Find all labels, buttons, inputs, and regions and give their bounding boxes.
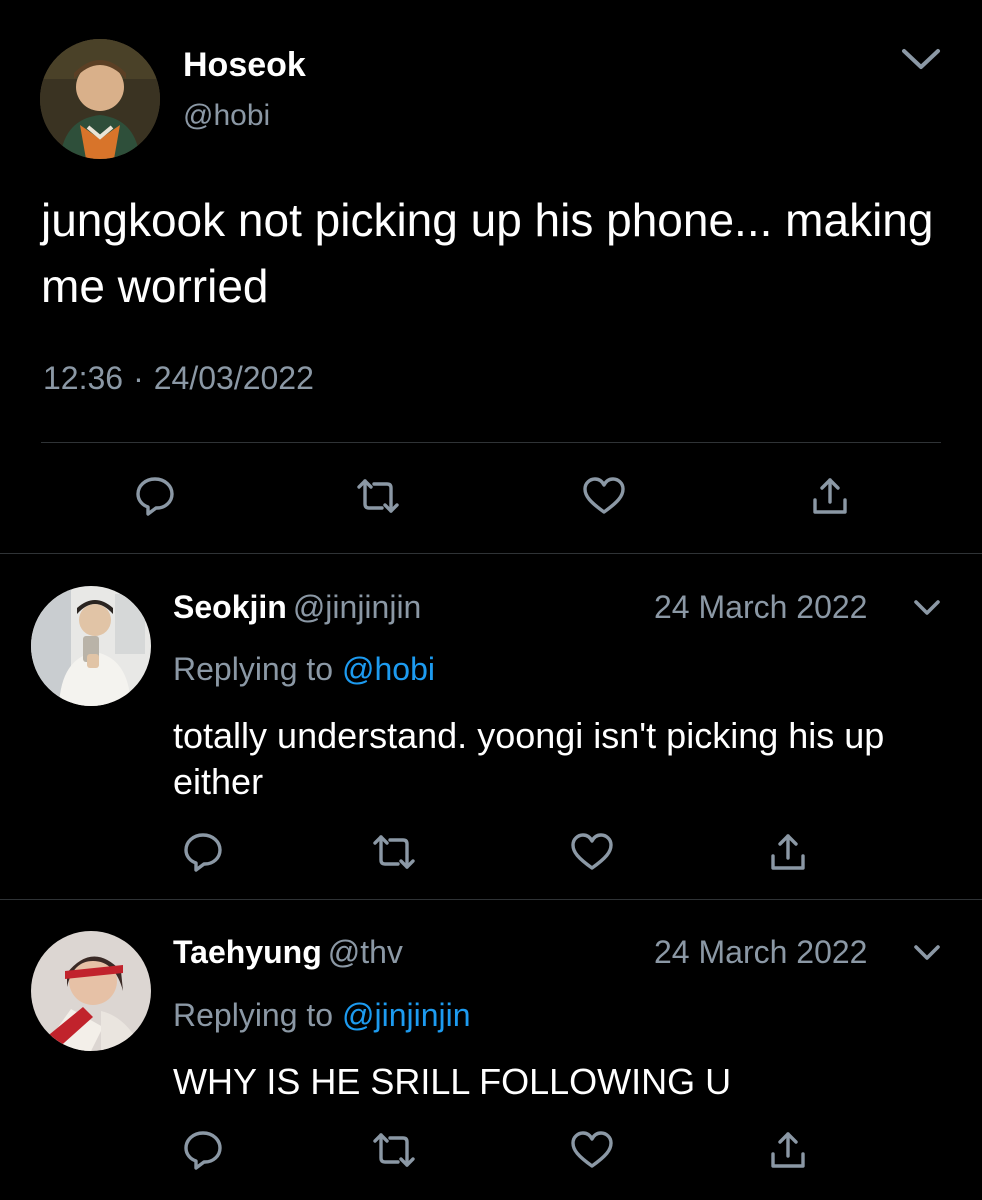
like-icon[interactable] (566, 826, 618, 878)
like-icon[interactable] (566, 1124, 618, 1176)
divider (0, 899, 982, 900)
like-icon[interactable] (578, 470, 630, 522)
reply-author-name[interactable]: Seokjin (173, 589, 287, 625)
avatar[interactable] (31, 586, 151, 706)
reply-author-name[interactable]: Taehyung (173, 934, 322, 970)
tweet-time: 12:36 (43, 360, 124, 396)
reply-icon[interactable] (177, 826, 229, 878)
author-name[interactable]: Hoseok (183, 45, 306, 85)
tweet-timestamp[interactable]: 12:36 · 24/03/2022 (43, 357, 314, 399)
replying-to: Replying to @jinjinjin (173, 994, 471, 1036)
share-icon[interactable] (804, 470, 856, 522)
mention-link[interactable]: @jinjinjin (342, 997, 471, 1033)
retweet-icon[interactable] (368, 1124, 420, 1176)
chevron-down-icon[interactable] (912, 942, 942, 964)
meta-separator: · (133, 360, 144, 396)
avatar[interactable] (31, 931, 151, 1051)
share-icon[interactable] (762, 1124, 814, 1176)
reply-text: WHY IS HE SRILL FOLLOWING U (173, 1061, 732, 1102)
reply-header: Taehyung @thv (173, 931, 403, 973)
chevron-down-icon[interactable] (898, 44, 944, 74)
reply-text: totally understand. yoongi isn't picking… (173, 715, 885, 802)
share-icon[interactable] (762, 826, 814, 878)
replying-to: Replying to @hobi (173, 648, 435, 690)
reply-author-handle[interactable]: @jinjinjin (287, 589, 422, 625)
tweet-date: 24/03/2022 (153, 360, 314, 396)
reply-date[interactable]: 24 March 2022 (654, 931, 867, 973)
replying-prefix: Replying to (173, 997, 334, 1033)
reply-date[interactable]: 24 March 2022 (654, 586, 867, 628)
mention-link[interactable]: @hobi (342, 651, 435, 687)
reply-icon[interactable] (177, 1124, 229, 1176)
reply-header: Seokjin @jinjinjin (173, 586, 421, 628)
retweet-icon[interactable] (352, 470, 404, 522)
reply-icon[interactable] (129, 470, 181, 522)
retweet-icon[interactable] (368, 826, 420, 878)
replying-prefix: Replying to (173, 651, 334, 687)
divider (41, 442, 941, 443)
divider (0, 553, 982, 554)
chevron-down-icon[interactable] (912, 597, 942, 619)
author-handle[interactable]: @hobi (183, 97, 270, 135)
avatar[interactable] (40, 39, 160, 159)
reply-author-handle[interactable]: @thv (322, 934, 403, 970)
tweet-text: jungkook not picking up his phone... mak… (41, 194, 934, 312)
